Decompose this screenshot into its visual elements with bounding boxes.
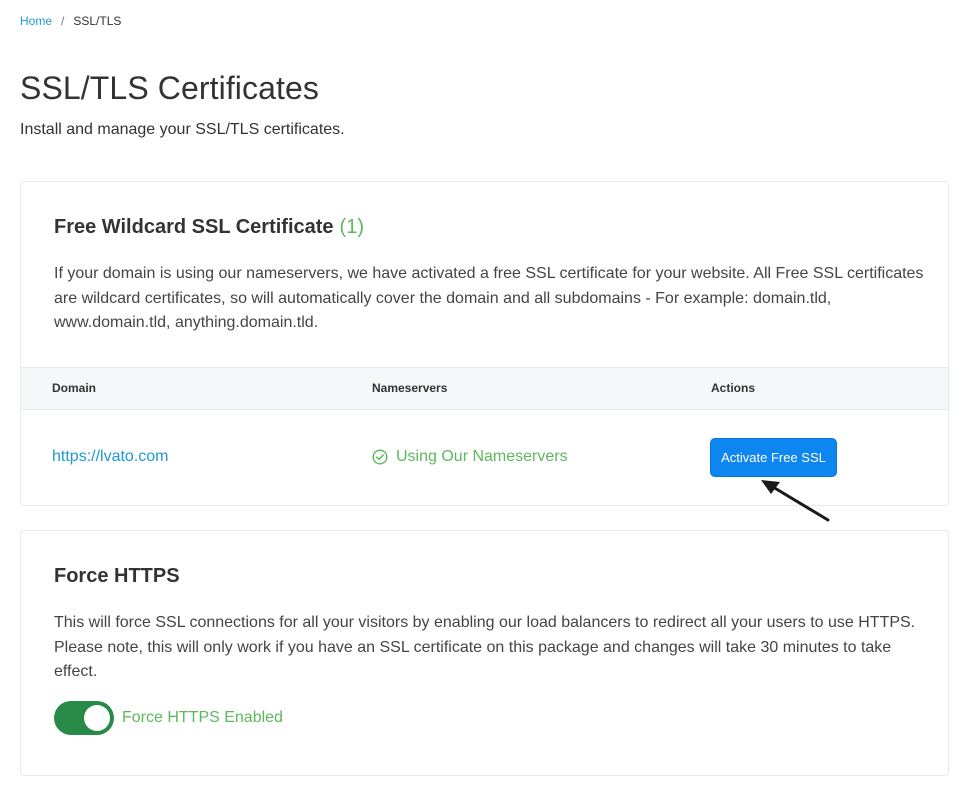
nameserver-status: Using Our Nameservers	[372, 448, 568, 466]
column-header-nameservers: Nameservers	[372, 381, 448, 395]
check-circle-icon	[372, 449, 388, 465]
force-https-card: Force HTTPS This will force SSL connecti…	[20, 530, 949, 776]
column-header-domain: Domain	[52, 381, 97, 395]
page-title: SSL/TLS Certificates	[20, 70, 319, 106]
force-https-toggle-label: Force HTTPS Enabled	[122, 709, 283, 726]
column-header-actions: Actions	[711, 381, 756, 395]
toggle-knob	[84, 705, 110, 731]
breadcrumb-home-link[interactable]: Home	[20, 14, 52, 28]
free-wildcard-ssl-card: Free Wildcard SSL Certificate (1) If your…	[20, 181, 949, 506]
wildcard-card-title-text: Free Wildcard SSL Certificate	[54, 216, 334, 238]
force-https-toggle-group: Force HTTPS Enabled	[54, 701, 283, 735]
wildcard-card-description: If your domain is using our nameservers,…	[54, 265, 924, 331]
certificate-count: (1)	[339, 216, 364, 238]
activate-free-ssl-button[interactable]: Activate Free SSL	[710, 438, 837, 477]
certificate-table-header: Domain Nameservers Actions	[21, 367, 948, 410]
breadcrumb: Home / SSL/TLS	[20, 14, 121, 28]
force-https-title: Force HTTPS	[54, 565, 180, 587]
force-https-toggle[interactable]	[54, 701, 114, 735]
arrow-pointer-icon	[761, 480, 830, 522]
force-https-description: This will force SSL connections for all …	[54, 614, 916, 680]
nameserver-status-text: Using Our Nameservers	[396, 448, 568, 465]
page-subtitle: Install and manage your SSL/TLS certific…	[20, 121, 345, 138]
wildcard-card-title: Free Wildcard SSL Certificate (1)	[54, 216, 364, 239]
breadcrumb-separator: /	[61, 14, 65, 28]
breadcrumb-current: SSL/TLS	[73, 14, 122, 28]
domain-link[interactable]: https://lvato.com	[52, 448, 169, 466]
